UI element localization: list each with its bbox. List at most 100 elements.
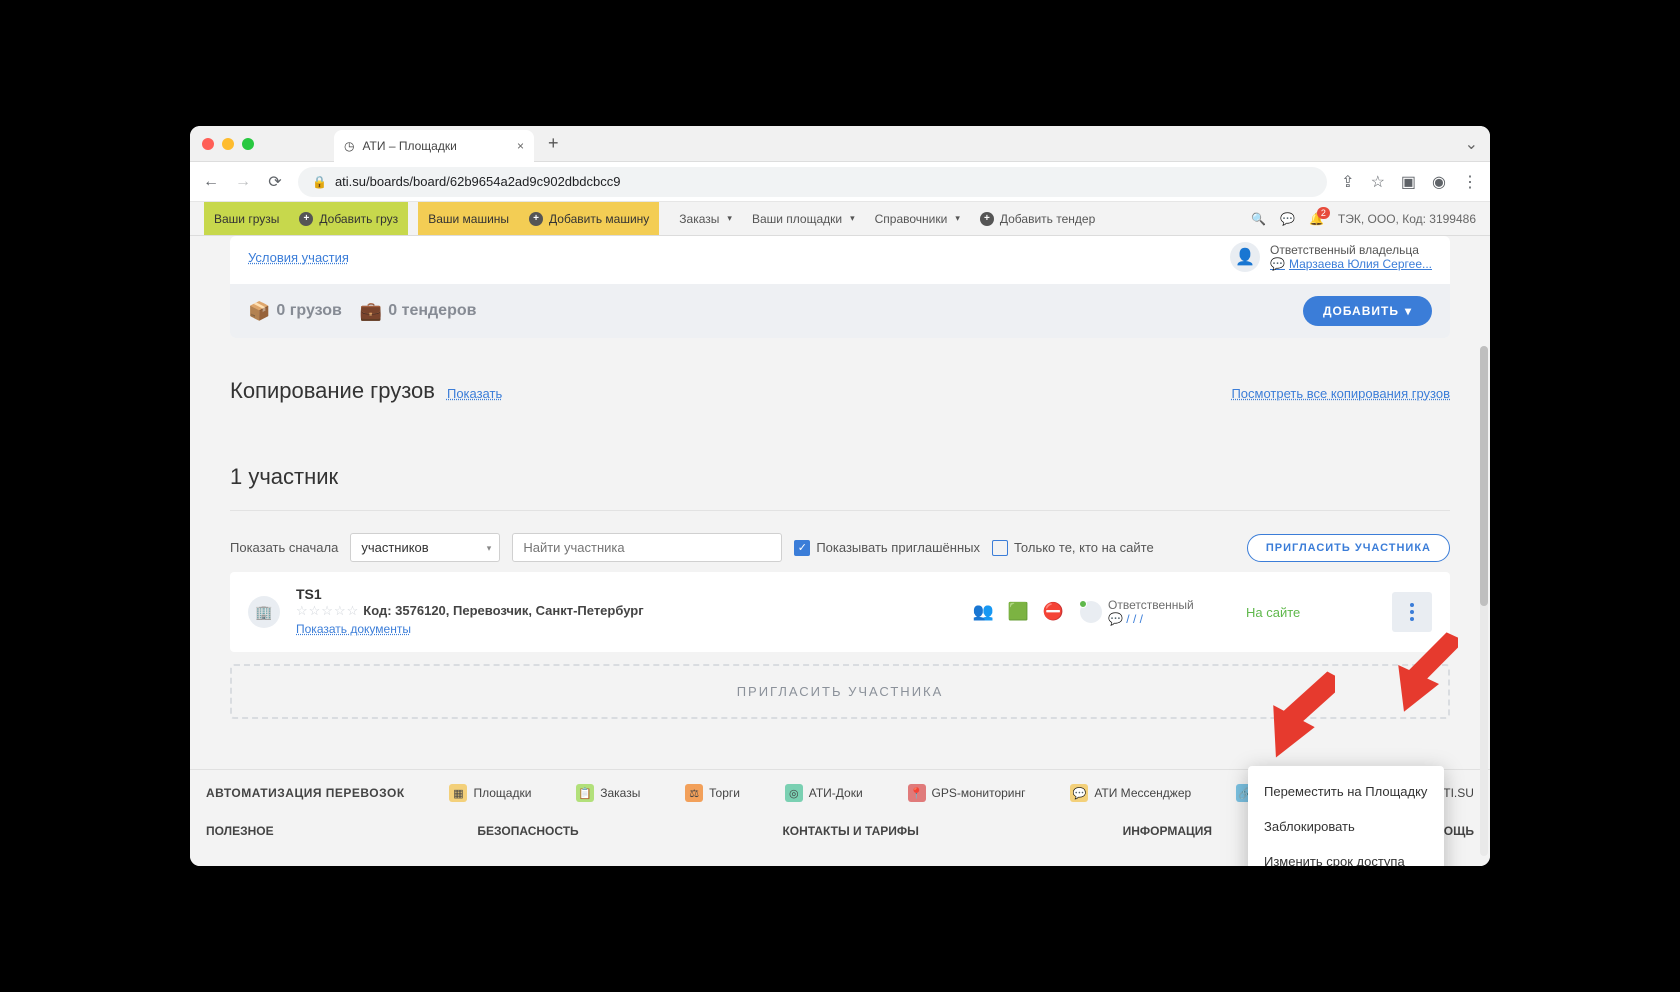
browser-tab[interactable]: ◷ АТИ – Площадки × xyxy=(334,130,534,162)
notif-badge: 2 xyxy=(1317,207,1330,219)
chat-bubble-icon: 💬 xyxy=(1108,612,1123,626)
forward-icon[interactable]: → xyxy=(234,173,252,191)
back-icon[interactable]: ← xyxy=(202,173,220,191)
avatar-icon: 👤 xyxy=(1230,242,1260,272)
participants-header: 1 участник xyxy=(230,464,1450,490)
menu-block[interactable]: Заблокировать xyxy=(1248,809,1444,844)
filter-label: Показать сначала xyxy=(230,540,338,555)
only-online-checkbox[interactable]: Только те, кто на сайте xyxy=(992,540,1154,556)
company-icon: 🏢 xyxy=(248,596,280,628)
kebab-icon[interactable]: ⋮ xyxy=(1462,172,1478,192)
plus-icon: + xyxy=(299,212,313,226)
checkbox-icon xyxy=(992,540,1008,556)
footer-docs[interactable]: ◎АТИ-Доки xyxy=(785,784,863,802)
menu-change[interactable]: Изменить срок доступа xyxy=(1248,844,1444,866)
view-all-link[interactable]: Посмотреть все копирования грузов xyxy=(1231,386,1450,401)
footer-col[interactable]: БЕЗОПАСНОСТЬ xyxy=(477,824,578,838)
menu-move[interactable]: Переместить на Площадку xyxy=(1248,774,1444,809)
chat-bubble-icon: 💬 xyxy=(1270,257,1285,271)
scrollbar[interactable] xyxy=(1480,346,1488,856)
lock-icon: 🔒 xyxy=(312,175,327,189)
traffic-lights xyxy=(202,138,254,150)
show-link[interactable]: Показать xyxy=(447,386,502,401)
footer-gps[interactable]: 📍GPS-мониторинг xyxy=(908,784,1026,802)
close-window-icon[interactable] xyxy=(202,138,214,150)
annotation-arrow xyxy=(1255,661,1335,761)
participant-meta: Код: 3576120, Перевозчик, Санкт-Петербур… xyxy=(363,603,643,618)
url-bar: ← → ⟳ 🔒 ati.su/boards/board/62b9654a2ad9… xyxy=(190,162,1490,202)
box-icon: 📦 xyxy=(248,301,270,322)
url-input[interactable]: 🔒 ati.su/boards/board/62b9654a2ad9c902db… xyxy=(298,167,1327,197)
new-tab-button[interactable]: + xyxy=(548,133,559,154)
show-invited-checkbox[interactable]: ✓Показывать приглашённых xyxy=(794,540,980,556)
add-button[interactable]: ДОБАВИТЬ▾ xyxy=(1303,296,1432,326)
maximize-window-icon[interactable] xyxy=(242,138,254,150)
tender-count: 💼0 тендеров xyxy=(360,301,477,322)
participants-title: 1 участник xyxy=(230,464,338,490)
board-card: Условия участия 👤 Ответственный владельц… xyxy=(230,236,1450,338)
rating-stars: ☆☆☆☆☆ xyxy=(296,603,359,618)
nav-add-tender[interactable]: +Добавить тендер xyxy=(970,202,1105,235)
invite-button[interactable]: ПРИГЛАСИТЬ УЧАСТНИКА xyxy=(1247,534,1450,562)
search-icon[interactable]: 🔍 xyxy=(1251,212,1266,226)
nav-add-cargo[interactable]: +Добавить груз xyxy=(289,202,408,235)
participants-filters: Показать сначала участников▾ ✓Показывать… xyxy=(230,533,1450,562)
online-status: На сайте xyxy=(1246,605,1366,620)
footer-orders[interactable]: 📋Заказы xyxy=(576,784,640,802)
nav-cars[interactable]: Ваши машины xyxy=(418,202,519,235)
close-tab-icon[interactable]: × xyxy=(517,139,524,153)
chevron-down-icon[interactable]: ⌄ xyxy=(1465,134,1478,154)
nav-orders[interactable]: Заказы▾ xyxy=(669,202,742,235)
share-icon[interactable]: ⇪ xyxy=(1341,172,1354,192)
annotation-arrow xyxy=(1388,626,1458,716)
nav-refs[interactable]: Справочники▾ xyxy=(865,202,970,235)
reload-icon[interactable]: ⟳ xyxy=(266,172,284,192)
plus-icon: + xyxy=(980,212,994,226)
page-content: Условия участия 👤 Ответственный владельц… xyxy=(190,236,1490,866)
row-icons: 👥 🟩 ⛔ xyxy=(972,602,1064,622)
checkbox-icon: ✓ xyxy=(794,540,810,556)
globe-icon: ◷ xyxy=(344,139,354,153)
docs-link[interactable]: Показать документы xyxy=(296,622,411,636)
footer-title: АВТОМАТИЗАЦИЯ ПЕРЕВОЗОК xyxy=(206,786,405,800)
site-topnav: Ваши грузы +Добавить груз Ваши машины +Д… xyxy=(190,202,1490,236)
notifications-icon[interactable]: 🔔2 xyxy=(1309,212,1324,226)
footer-col[interactable]: ИНФОРМАЦИЯ xyxy=(1123,824,1212,838)
footer-col[interactable]: ПОЛЕЗНОЕ xyxy=(206,824,274,838)
cargo-count: 📦0 грузов xyxy=(248,301,342,322)
nav-platforms[interactable]: Ваши площадки▾ xyxy=(742,202,865,235)
panel-icon[interactable]: ▣ xyxy=(1401,172,1416,192)
cube-icon: 🟩 xyxy=(1008,602,1029,622)
user-info[interactable]: ТЭК, ООО, Код: 3199486 xyxy=(1338,212,1476,226)
ban-icon: ⛔ xyxy=(1043,602,1064,622)
plus-icon: + xyxy=(529,212,543,226)
footer-messenger[interactable]: 💬АТИ Мессенджер xyxy=(1070,784,1191,802)
sort-select[interactable]: участников▾ xyxy=(350,533,500,562)
minimize-window-icon[interactable] xyxy=(222,138,234,150)
group-icon: 👥 xyxy=(972,602,993,622)
browser-window: ◷ АТИ – Площадки × + ⌄ ← → ⟳ 🔒 ati.su/bo… xyxy=(190,126,1490,866)
divider xyxy=(230,510,1450,511)
resp-link[interactable]: 💬 / / / xyxy=(1108,612,1194,626)
scrollbar-thumb[interactable] xyxy=(1480,346,1488,606)
avatar-icon xyxy=(1080,601,1102,623)
profile-icon[interactable]: ◉ xyxy=(1432,172,1446,192)
participant-name[interactable]: TS1 xyxy=(296,586,644,602)
search-input[interactable] xyxy=(512,533,782,562)
owner-block: 👤 Ответственный владельца 💬Марзаева Юлия… xyxy=(1230,242,1432,272)
chat-icon[interactable]: 💬 xyxy=(1280,212,1295,226)
resp-label: Ответственный xyxy=(1108,598,1194,612)
footer-trades[interactable]: ⚖Торги xyxy=(685,784,740,802)
nav-cargo[interactable]: Ваши грузы xyxy=(204,202,289,235)
url-text: ati.su/boards/board/62b9654a2ad9c902dbdc… xyxy=(335,174,621,189)
terms-link[interactable]: Условия участия xyxy=(248,250,349,265)
owner-link[interactable]: 💬Марзаева Юлия Сергее... xyxy=(1270,257,1432,271)
copy-section-header: Копирование грузов Показать Посмотреть в… xyxy=(230,378,1450,404)
chevron-down-icon: ▾ xyxy=(487,543,492,554)
star-icon[interactable]: ☆ xyxy=(1371,172,1385,192)
chevron-down-icon: ▾ xyxy=(1405,304,1412,318)
footer-platforms[interactable]: ▦Площадки xyxy=(449,784,531,802)
footer-col[interactable]: КОНТАКТЫ И ТАРИФЫ xyxy=(782,824,918,838)
nav-add-car[interactable]: +Добавить машину xyxy=(519,202,659,235)
context-menu: Переместить на Площадку Заблокировать Из… xyxy=(1248,766,1444,866)
